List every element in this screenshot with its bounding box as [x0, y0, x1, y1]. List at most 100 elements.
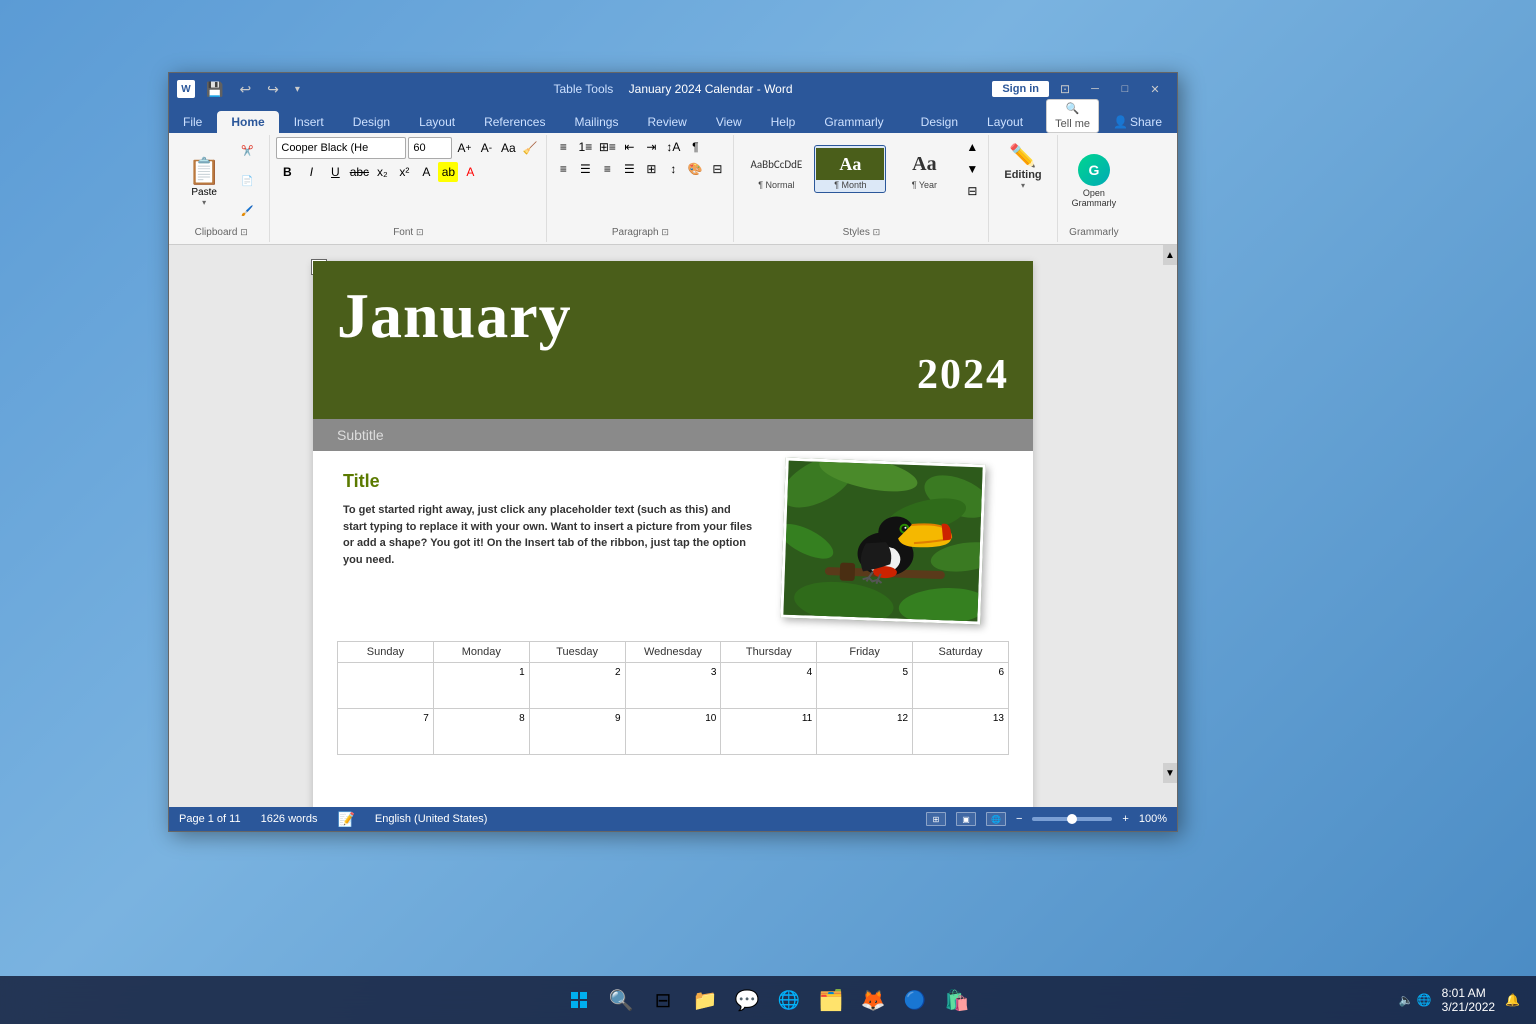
sort-btn[interactable]: ↕A [663, 137, 683, 157]
read-view-btn[interactable]: ⊞ [926, 812, 946, 826]
web-view-btn[interactable]: 🌐 [986, 812, 1006, 826]
minimize-btn[interactable]: ─ [1081, 80, 1109, 98]
cal-cell[interactable]: 1 [433, 663, 529, 709]
undo-btn[interactable]: ↩ [234, 78, 256, 101]
font-color-btn[interactable]: A [460, 162, 480, 182]
cal-cell[interactable]: 3 [625, 663, 721, 709]
align-right-btn[interactable]: ≡ [597, 159, 617, 179]
tab-mailings[interactable]: Mailings [560, 111, 632, 133]
firefox-btn[interactable]: 🦊 [855, 982, 891, 1018]
tab-home[interactable]: Home [217, 111, 278, 133]
cal-cell[interactable]: 2 [529, 663, 625, 709]
tab-help[interactable]: Help [757, 111, 810, 133]
start-button[interactable] [561, 982, 597, 1018]
zoom-out-btn[interactable]: − [1016, 813, 1022, 825]
tab-design[interactable]: Design [339, 111, 404, 133]
tab-grammarly[interactable]: Grammarly [810, 111, 897, 133]
year-display[interactable]: 2024 [337, 351, 1009, 399]
task-view-btn[interactable]: ⊟ [645, 982, 681, 1018]
cal-cell[interactable]: 8 [433, 709, 529, 755]
scroll-down-btn[interactable]: ▼ [1163, 763, 1177, 783]
toucan-image[interactable] [780, 458, 985, 625]
line-spacing-btn[interactable]: ↕ [663, 159, 683, 179]
font-size-up-btn[interactable]: A+ [454, 138, 474, 158]
cut-button[interactable]: ✂️ [231, 137, 263, 165]
multilevel-btn[interactable]: ⊞≡ [597, 137, 617, 157]
styles-down-btn[interactable]: ▼ [962, 159, 982, 179]
text-effects-btn[interactable]: A [416, 162, 436, 182]
month-title[interactable]: January [337, 281, 1009, 351]
tab-layout[interactable]: Layout [405, 111, 469, 133]
close-btn[interactable]: ✕ [1141, 80, 1169, 98]
cal-cell[interactable]: 11 [721, 709, 817, 755]
tab-file[interactable]: File [169, 111, 216, 133]
format-painter-button[interactable]: 🖌️ [231, 197, 263, 225]
edge-btn[interactable]: 🔵 [897, 982, 933, 1018]
subtitle-text[interactable]: Subtitle [337, 427, 384, 443]
subtitle-bar[interactable]: Subtitle [313, 419, 1033, 451]
file-explorer-btn[interactable]: 📁 [687, 982, 723, 1018]
cal-cell[interactable]: 4 [721, 663, 817, 709]
cal-cell[interactable]: 12 [817, 709, 913, 755]
notification-btn[interactable]: 🔔 [1505, 993, 1520, 1007]
chat-btn[interactable]: 💬 [729, 982, 765, 1018]
paste-button[interactable]: 📋 Paste ▾ [179, 151, 229, 212]
read-mode-btn[interactable]: ⊡ [1051, 80, 1079, 98]
tell-me-input[interactable]: 🔍 Tell me [1046, 99, 1099, 133]
store-btn[interactable]: 🛍️ [939, 982, 975, 1018]
redo-btn[interactable]: ↪ [262, 78, 284, 101]
tab-review[interactable]: Review [633, 111, 700, 133]
body-text[interactable]: To get started right away, just click an… [343, 502, 763, 568]
zoom-slider[interactable] [1032, 817, 1112, 821]
cal-cell[interactable]: 10 [625, 709, 721, 755]
style-year[interactable]: Aa ¶ Year [888, 145, 960, 193]
print-view-btn[interactable]: ▣ [956, 812, 976, 826]
show-marks-btn[interactable]: ¶ [685, 137, 705, 157]
numbering-btn[interactable]: 1≡ [575, 137, 595, 157]
change-case-btn[interactable]: Aa [498, 138, 518, 158]
folder-btn[interactable]: 🗂️ [813, 982, 849, 1018]
justify-btn[interactable]: ☰ [619, 159, 639, 179]
quick-access-dropdown[interactable]: ▾ [290, 79, 305, 99]
copy-button[interactable]: 📄 [231, 167, 263, 195]
tab-table-design[interactable]: Design [907, 111, 972, 133]
strikethrough-btn[interactable]: abc [348, 161, 370, 183]
shading-btn[interactable]: 🎨 [685, 159, 705, 179]
font-size-input[interactable] [408, 137, 452, 159]
superscript-btn[interactable]: x² [394, 162, 414, 182]
highlight-btn[interactable]: ab [438, 162, 458, 182]
style-normal[interactable]: AaBbCcDdE ¶ Normal [740, 145, 812, 193]
decrease-indent-btn[interactable]: ⇤ [619, 137, 639, 157]
increase-indent-btn[interactable]: ⇥ [641, 137, 661, 157]
scroll-up-btn[interactable]: ▲ [1163, 245, 1177, 265]
sign-in-button[interactable]: Sign in [992, 81, 1049, 97]
search-taskbar-btn[interactable]: 🔍 [603, 982, 639, 1018]
tab-insert[interactable]: Insert [280, 111, 338, 133]
clear-format-btn[interactable]: 🧹 [520, 138, 540, 158]
save-quick-btn[interactable]: 💾 [201, 78, 228, 101]
styles-more-btn[interactable]: ⊟ [962, 181, 982, 201]
zoom-in-btn[interactable]: + [1122, 813, 1128, 825]
open-grammarly-button[interactable]: G OpenGrammarly [1064, 150, 1125, 212]
font-family-input[interactable] [276, 137, 406, 159]
cal-cell[interactable]: 7 [338, 709, 434, 755]
editing-button[interactable]: ✏️ Editing ▾ [995, 137, 1050, 195]
cal-cell[interactable]: 13 [913, 709, 1009, 755]
underline-btn[interactable]: U [324, 161, 346, 183]
bold-btn[interactable]: B [276, 161, 298, 183]
bullets-btn[interactable]: ≡ [553, 137, 573, 157]
tab-view[interactable]: View [702, 111, 756, 133]
align-center-btn[interactable]: ☰ [575, 159, 595, 179]
cal-cell[interactable] [338, 663, 434, 709]
borders-btn[interactable]: ⊟ [707, 159, 727, 179]
maximize-btn[interactable]: □ [1111, 80, 1139, 98]
browser-btn[interactable]: 🌐 [771, 982, 807, 1018]
italic-btn[interactable]: I [300, 161, 322, 183]
cal-cell[interactable]: 6 [913, 663, 1009, 709]
document-area[interactable]: ▲ ✛ January 2024 Subtitle Title To get s… [169, 245, 1177, 807]
style-month[interactable]: Aa ¶ Month [814, 145, 886, 193]
align-left-btn[interactable]: ≡ [553, 159, 573, 179]
share-btn[interactable]: 👤 Share [1099, 111, 1176, 133]
cal-cell[interactable]: 9 [529, 709, 625, 755]
font-size-down-btn[interactable]: A- [476, 138, 496, 158]
